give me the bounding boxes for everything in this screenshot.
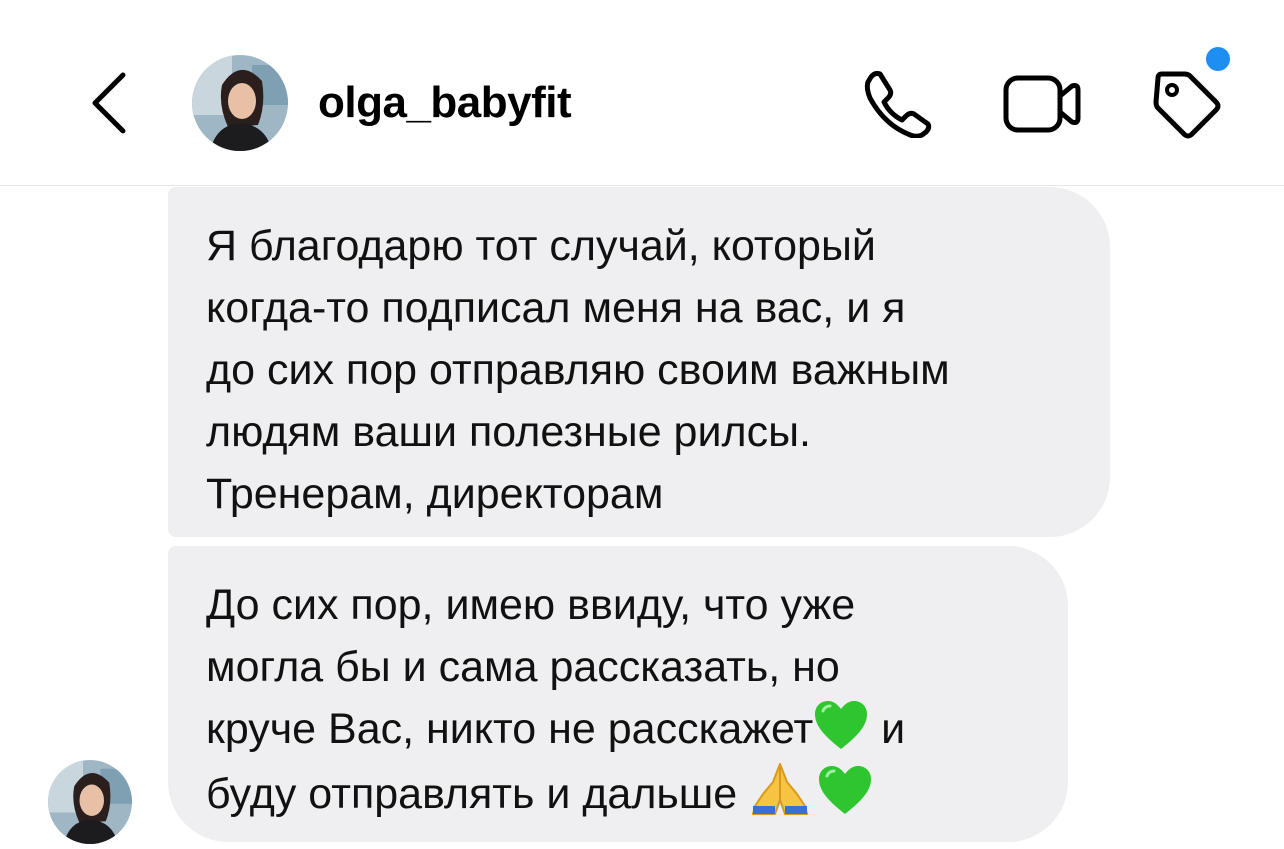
message-text: буду отправлять и дальше xyxy=(206,770,750,818)
message-line: Тренерам, директорам xyxy=(206,470,664,518)
message-line: могла бы и сама рассказать, но xyxy=(206,643,840,691)
message-line: людям ваши полезные рилсы. xyxy=(206,408,811,456)
chat-username[interactable]: olga_babyfit xyxy=(318,78,572,128)
back-button[interactable] xyxy=(84,68,134,138)
message-line: До сих пор, имею ввиду, что уже xyxy=(206,581,856,629)
message-line: когда-то подписал меня на вас, и я xyxy=(206,284,906,332)
green-heart-icon xyxy=(819,766,872,814)
message-line: до сих пор отправляю своим важным xyxy=(206,346,950,394)
chat-header: olga_babyfit xyxy=(0,0,1284,186)
message-bubble[interactable]: Я благодарю тот случай, который когда-то… xyxy=(168,187,1110,537)
message-text: и xyxy=(869,705,906,753)
message-text: круче Вас, никто не расскажет xyxy=(206,705,814,753)
sender-avatar[interactable] xyxy=(48,760,132,844)
tag-button[interactable] xyxy=(1150,68,1222,140)
video-call-button[interactable] xyxy=(1002,72,1082,136)
phone-icon xyxy=(864,70,932,139)
tag-icon xyxy=(1153,71,1221,139)
message-line: Я благодарю тот случай, который xyxy=(206,222,876,270)
audio-call-button[interactable] xyxy=(860,68,934,139)
profile-photo xyxy=(48,760,132,844)
folded-hands-icon xyxy=(752,763,809,815)
chevron-left-icon xyxy=(92,72,126,134)
message-line: буду отправлять и дальше xyxy=(206,760,1030,825)
avatar[interactable] xyxy=(192,55,288,151)
message-bubble[interactable]: До сих пор, имею ввиду, что уже могла бы… xyxy=(168,546,1068,842)
message-line: круче Вас, никто не расскажет и xyxy=(206,698,1030,760)
profile-photo xyxy=(192,55,288,151)
notification-dot xyxy=(1206,47,1230,71)
green-heart-icon xyxy=(815,701,868,749)
video-camera-icon xyxy=(1003,75,1081,133)
